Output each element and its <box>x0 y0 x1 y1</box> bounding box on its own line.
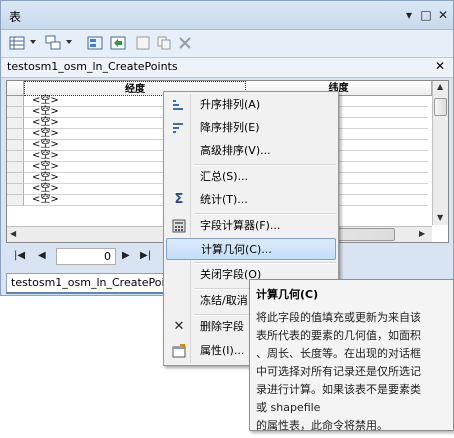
menu-item-sort-descending[interactable]: 降序排列(E) <box>166 117 336 139</box>
scroll-down-icon[interactable]: ▼ <box>437 213 443 222</box>
last-record-icon[interactable]: ▶| <box>140 250 151 261</box>
table-tab[interactable]: testosm1_osm_ln_CreatePoi <box>6 273 176 293</box>
window-title: 表 <box>9 10 22 24</box>
row-selector-header[interactable] <box>7 81 24 96</box>
first-record-icon[interactable]: |◀ <box>14 250 25 261</box>
tooltip-line: 、周长、长度等。在出现的对话框 <box>256 347 421 360</box>
row-selector[interactable] <box>7 96 24 107</box>
menu-item-label: 字段计算器(F)... <box>200 219 281 232</box>
tooltip-title: 计算几何(C) <box>256 288 319 301</box>
close-tab-icon[interactable]: ✕ <box>435 59 445 73</box>
scroll-right-icon[interactable]: ▶ <box>419 229 425 238</box>
row-selector[interactable] <box>7 118 24 129</box>
tooltip-body: 将此字段的值填充或更新为来自该 表所代表的要素的几何值，如面积 、周长、长度等。… <box>256 309 445 435</box>
menu-item-label: 降序排列(E) <box>200 121 260 134</box>
sort-ascending-icon <box>172 98 186 112</box>
row-selector[interactable] <box>7 162 24 173</box>
clear-selection-icon[interactable] <box>135 35 152 51</box>
tooltip-line: 或 shapefile <box>256 401 321 414</box>
field-calculator-icon <box>172 219 186 233</box>
sigma-icon: Σ <box>174 192 184 207</box>
menu-item-calculate-geometry[interactable]: 计算几何(C)... <box>166 238 336 260</box>
row-selector[interactable] <box>7 129 24 140</box>
vertical-scrollbar[interactable]: ▲ ▼ <box>432 81 448 225</box>
table-toolbar <box>1 30 453 58</box>
menu-item-label: 冻结/取消 <box>200 294 248 307</box>
chevron-down-icon[interactable] <box>30 40 36 44</box>
record-number-field[interactable]: 0 <box>56 248 116 265</box>
menu-item-label: 统计(T)... <box>200 193 248 206</box>
previous-record-icon[interactable]: ◀ <box>38 250 46 261</box>
related-tables-icon[interactable] <box>45 35 62 51</box>
restore-button[interactable]: □ <box>420 9 432 21</box>
table-tab-title: testosm1_osm_ln_CreatePoints <box>7 60 178 73</box>
row-selector[interactable] <box>7 107 24 118</box>
switch-selection-icon[interactable] <box>110 35 127 51</box>
close-window-button[interactable]: ✕ <box>437 9 449 21</box>
row-selector[interactable] <box>7 184 24 195</box>
properties-icon <box>172 344 186 358</box>
menu-item-statistics[interactable]: Σ 统计(T)... <box>166 189 336 211</box>
title-bar[interactable]: 表 ▾ □ ✕ <box>1 1 453 30</box>
select-by-attributes-icon[interactable] <box>87 35 104 51</box>
menu-item-label: 属性(I)... <box>200 344 245 357</box>
tooltip: 计算几何(C) 将此字段的值填充或更新为来自该 表所代表的要素的几何值，如面积 … <box>249 279 454 432</box>
menu-item-summarize[interactable]: 汇总(S)... <box>166 166 336 188</box>
scroll-up-icon[interactable]: ▲ <box>437 82 443 91</box>
menu-item-label: 升序排列(A) <box>200 98 261 111</box>
tooltip-line: 表所代表的要素的几何值，如面积 <box>256 329 421 342</box>
menu-item-label: 汇总(S)... <box>200 170 249 183</box>
row-selector[interactable] <box>7 173 24 184</box>
tooltip-line: 录进行计算。如果该表不是要素类 <box>256 383 421 396</box>
menu-item-label: 计算几何(C)... <box>201 243 272 256</box>
menu-item-sort-ascending[interactable]: 升序排列(A) <box>166 94 336 116</box>
chevron-down-icon[interactable] <box>66 40 72 44</box>
tooltip-line: 的属性表，此命令将禁用。 <box>256 419 388 432</box>
menu-item-label: 高级排序(V)... <box>200 144 271 157</box>
copy-selected-icon[interactable] <box>156 35 173 51</box>
row-selector[interactable] <box>7 195 24 206</box>
tooltip-line: 将此字段的值填充或更新为来自该 <box>256 311 421 324</box>
table-tab-header: testosm1_osm_ln_CreatePoints ✕ <box>1 58 453 78</box>
tooltip-line: 中可选择对所有记录还是仅所选记 <box>256 365 421 378</box>
menu-item-advanced-sort[interactable]: 高级排序(V)... <box>166 140 336 162</box>
window-menu-button[interactable]: ▾ <box>403 9 415 21</box>
row-selector[interactable] <box>7 140 24 151</box>
menu-item-field-calculator[interactable]: 字段计算器(F)... <box>166 215 336 237</box>
menu-item-label: 删除字段 <box>200 320 244 333</box>
sort-descending-icon <box>172 121 186 135</box>
next-record-icon[interactable]: ▶ <box>122 250 130 261</box>
delete-selected-icon[interactable] <box>177 35 194 51</box>
scroll-left-icon[interactable]: ◀ <box>10 229 16 238</box>
vertical-scroll-thumb[interactable] <box>434 98 447 116</box>
delete-icon: ✕ <box>173 319 185 334</box>
row-selector[interactable] <box>7 151 24 162</box>
table-options-icon[interactable] <box>9 35 26 51</box>
